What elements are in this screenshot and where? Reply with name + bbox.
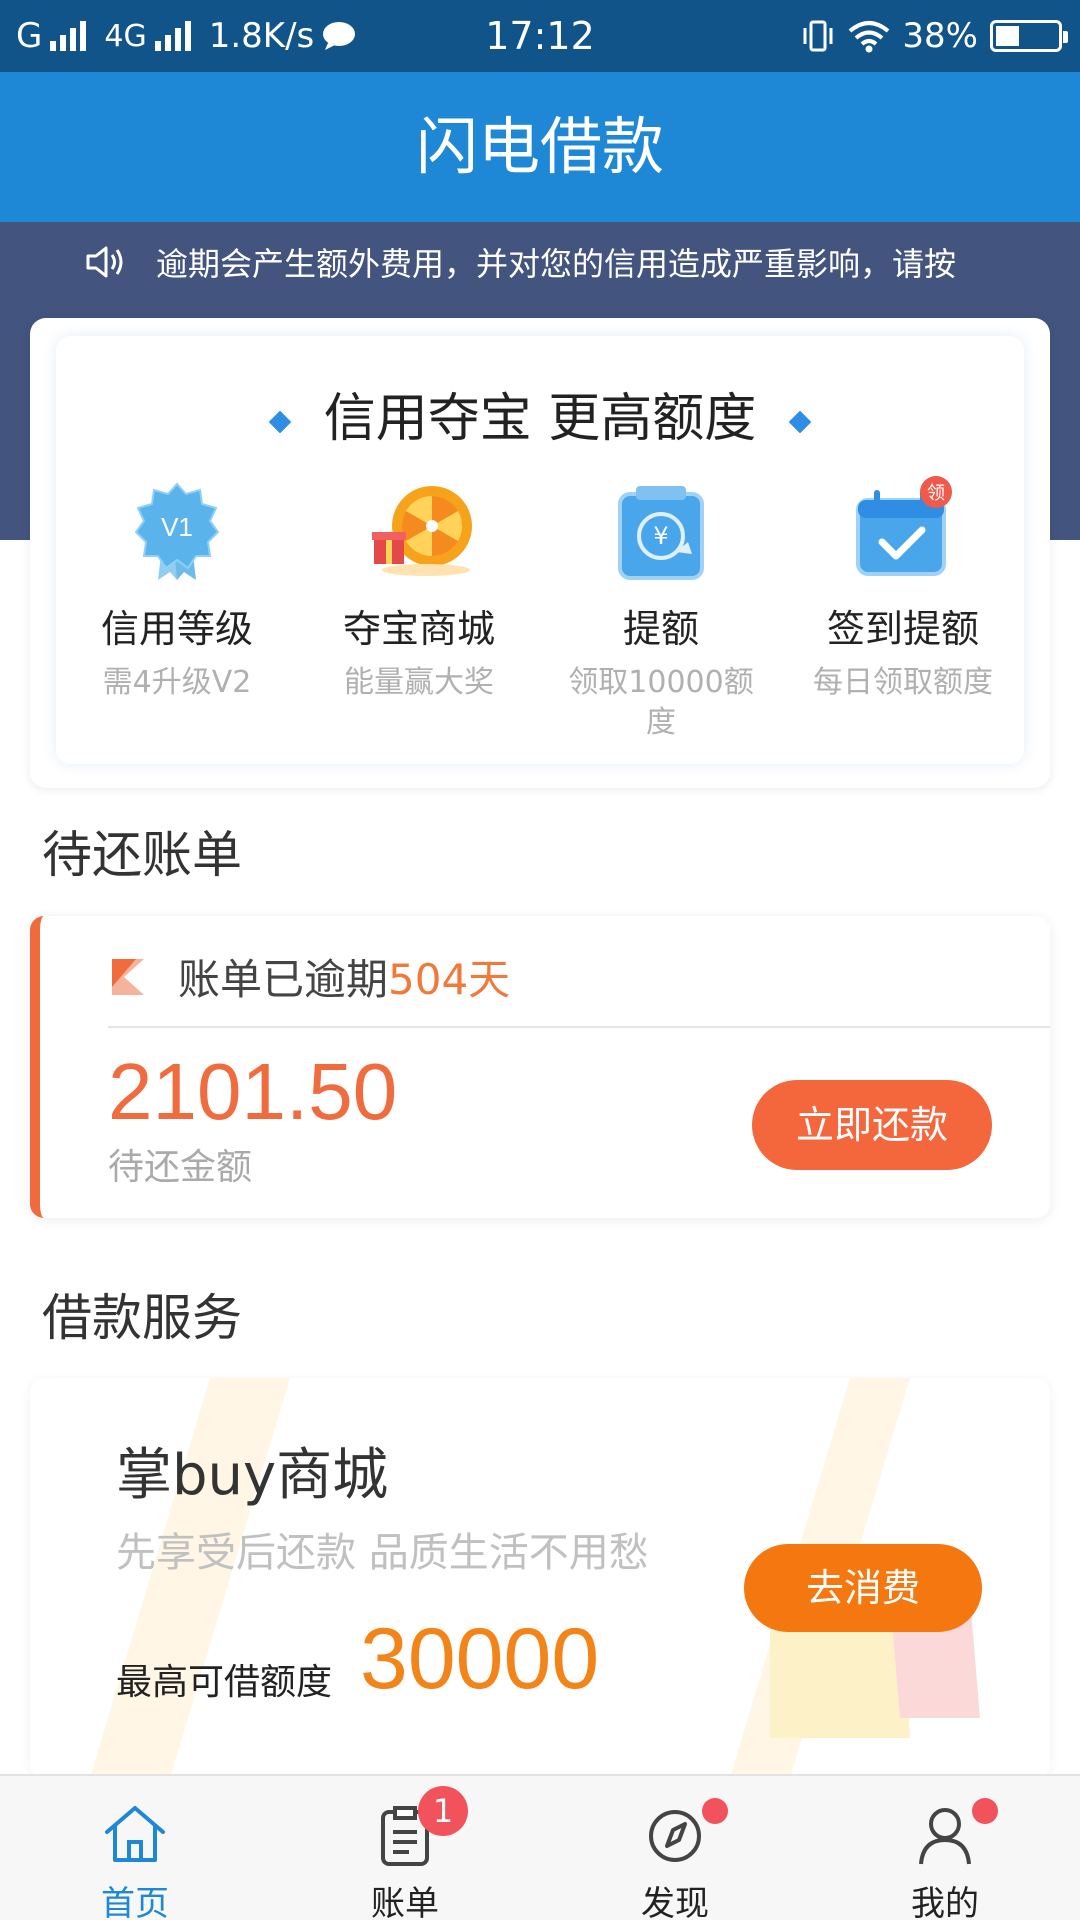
credit-title-text: 信用夺宝 更高额度	[323, 389, 757, 449]
limit-label: 最高可借额度	[116, 1662, 333, 1703]
bill-card[interactable]: 账单已逾期 504天 2101.50 待还金额 立即还款	[30, 916, 1050, 1218]
carrier-label: G	[16, 16, 43, 56]
divider	[108, 1026, 1050, 1028]
bills-section-title: 待还账单	[42, 826, 242, 884]
bill-status-text: 账单已逾期	[178, 955, 389, 1004]
bill-amount-label: 待还金额	[108, 1147, 253, 1188]
mine-dot	[972, 1798, 998, 1824]
service-card[interactable]: 掌buy商城 先享受后还款 品质生活不用愁 最高可借额度 30000 去消费	[30, 1378, 1050, 1778]
svg-text:V1: V1	[161, 512, 193, 542]
speaker-icon	[86, 246, 123, 278]
credit-features: V1 信用等级 需4升级V2 夺宝商城 能量赢大奖 ¥ 提额 领取10000额度…	[56, 476, 1024, 743]
feature-treasure-mall[interactable]: 夺宝商城 能量赢大奖	[298, 476, 540, 743]
pay-now-button[interactable]: 立即还款	[752, 1080, 992, 1170]
feature-desc: 需4升级V2	[102, 665, 252, 700]
user-icon	[919, 1808, 971, 1865]
services-section-title: 借款服务	[42, 1289, 242, 1347]
svg-text:¥: ¥	[653, 522, 668, 550]
status-bar: G 4G 1.8K/s 17:12 38%	[0, 0, 1080, 72]
bill-badge: 1	[418, 1786, 468, 1836]
tab-label: 我的	[911, 1884, 979, 1920]
feature-name: 信用等级	[100, 607, 253, 651]
battery-icon	[990, 20, 1068, 52]
tab-home[interactable]: 首页	[0, 1776, 270, 1920]
calendar-check-icon: 领	[856, 476, 952, 576]
feature-checkin[interactable]: 领 签到提额 每日领取额度	[782, 476, 1024, 743]
signal-icon-2	[154, 21, 191, 51]
vibrate-icon	[803, 20, 833, 52]
tab-mine[interactable]: 我的	[810, 1776, 1080, 1920]
raise-limit-icon: ¥	[618, 486, 704, 580]
feature-name: 签到提额	[826, 607, 979, 651]
tab-label: 账单	[371, 1884, 439, 1920]
feature-name: 夺宝商城	[342, 607, 495, 651]
net-speed: 1.8K/s	[208, 16, 315, 56]
tab-label: 发现	[641, 1884, 709, 1920]
feature-credit-level[interactable]: V1 信用等级 需4升级V2	[56, 476, 298, 743]
status-right: 38%	[800, 0, 1068, 72]
battery-percent: 38%	[902, 16, 978, 56]
diamond-icon	[788, 410, 812, 434]
prize-wheel-icon	[372, 486, 472, 576]
notice-text: 逾期会产生额外费用，并对您的信用造成严重影响，请按	[156, 245, 957, 283]
discover-dot	[702, 1798, 728, 1824]
diamond-icon	[268, 410, 292, 434]
svg-text:领: 领	[927, 483, 945, 504]
credit-title: 信用夺宝 更高额度	[56, 376, 1024, 451]
bill-amount: 2101.50	[108, 1047, 398, 1136]
service-title: 掌buy商城	[116, 1443, 389, 1508]
feature-desc: 能量赢大奖	[344, 665, 494, 700]
overdue-flag-icon	[112, 958, 144, 995]
limit-value: 30000	[360, 1611, 600, 1707]
credit-panel: 信用夺宝 更高额度 V1 信用等级 需4升级V2 夺宝商城 能量赢大奖 ¥ 提额…	[56, 336, 1024, 764]
overdue-days: 504天	[388, 955, 511, 1004]
tab-label: 首页	[101, 1884, 169, 1920]
bill-status: 账单已逾期 504天	[110, 946, 510, 1007]
notice-bar[interactable]: 逾期会产生额外费用，并对您的信用造成严重影响，请按	[0, 222, 1080, 302]
network-label: 4G	[104, 18, 147, 54]
compass-icon	[649, 1810, 701, 1862]
signal-icon	[50, 21, 87, 51]
credit-card: 信用夺宝 更高额度 V1 信用等级 需4升级V2 夺宝商城 能量赢大奖 ¥ 提额…	[30, 318, 1050, 788]
page-title: 闪电借款	[0, 72, 1080, 222]
spend-button[interactable]: 去消费	[744, 1544, 982, 1632]
status-left: G 4G 1.8K/s	[16, 0, 356, 72]
feature-raise-limit[interactable]: ¥ 提额 领取10000额度	[540, 476, 782, 743]
feature-name: 提额	[622, 607, 699, 651]
v1-badge-icon: V1	[134, 482, 220, 580]
wifi-icon	[849, 21, 890, 53]
message-icon	[323, 22, 356, 50]
tab-bar: 首页 账单 1 发现 我的	[0, 1774, 1080, 1920]
feature-desc: 领取10000额度	[568, 665, 754, 740]
tab-discover[interactable]: 发现	[540, 1776, 810, 1920]
tab-bills[interactable]: 账单 1	[270, 1776, 540, 1920]
feature-desc: 每日领取额度	[813, 665, 993, 700]
service-subtitle: 先享受后还款 品质生活不用愁	[116, 1530, 649, 1576]
home-icon	[105, 1806, 165, 1862]
